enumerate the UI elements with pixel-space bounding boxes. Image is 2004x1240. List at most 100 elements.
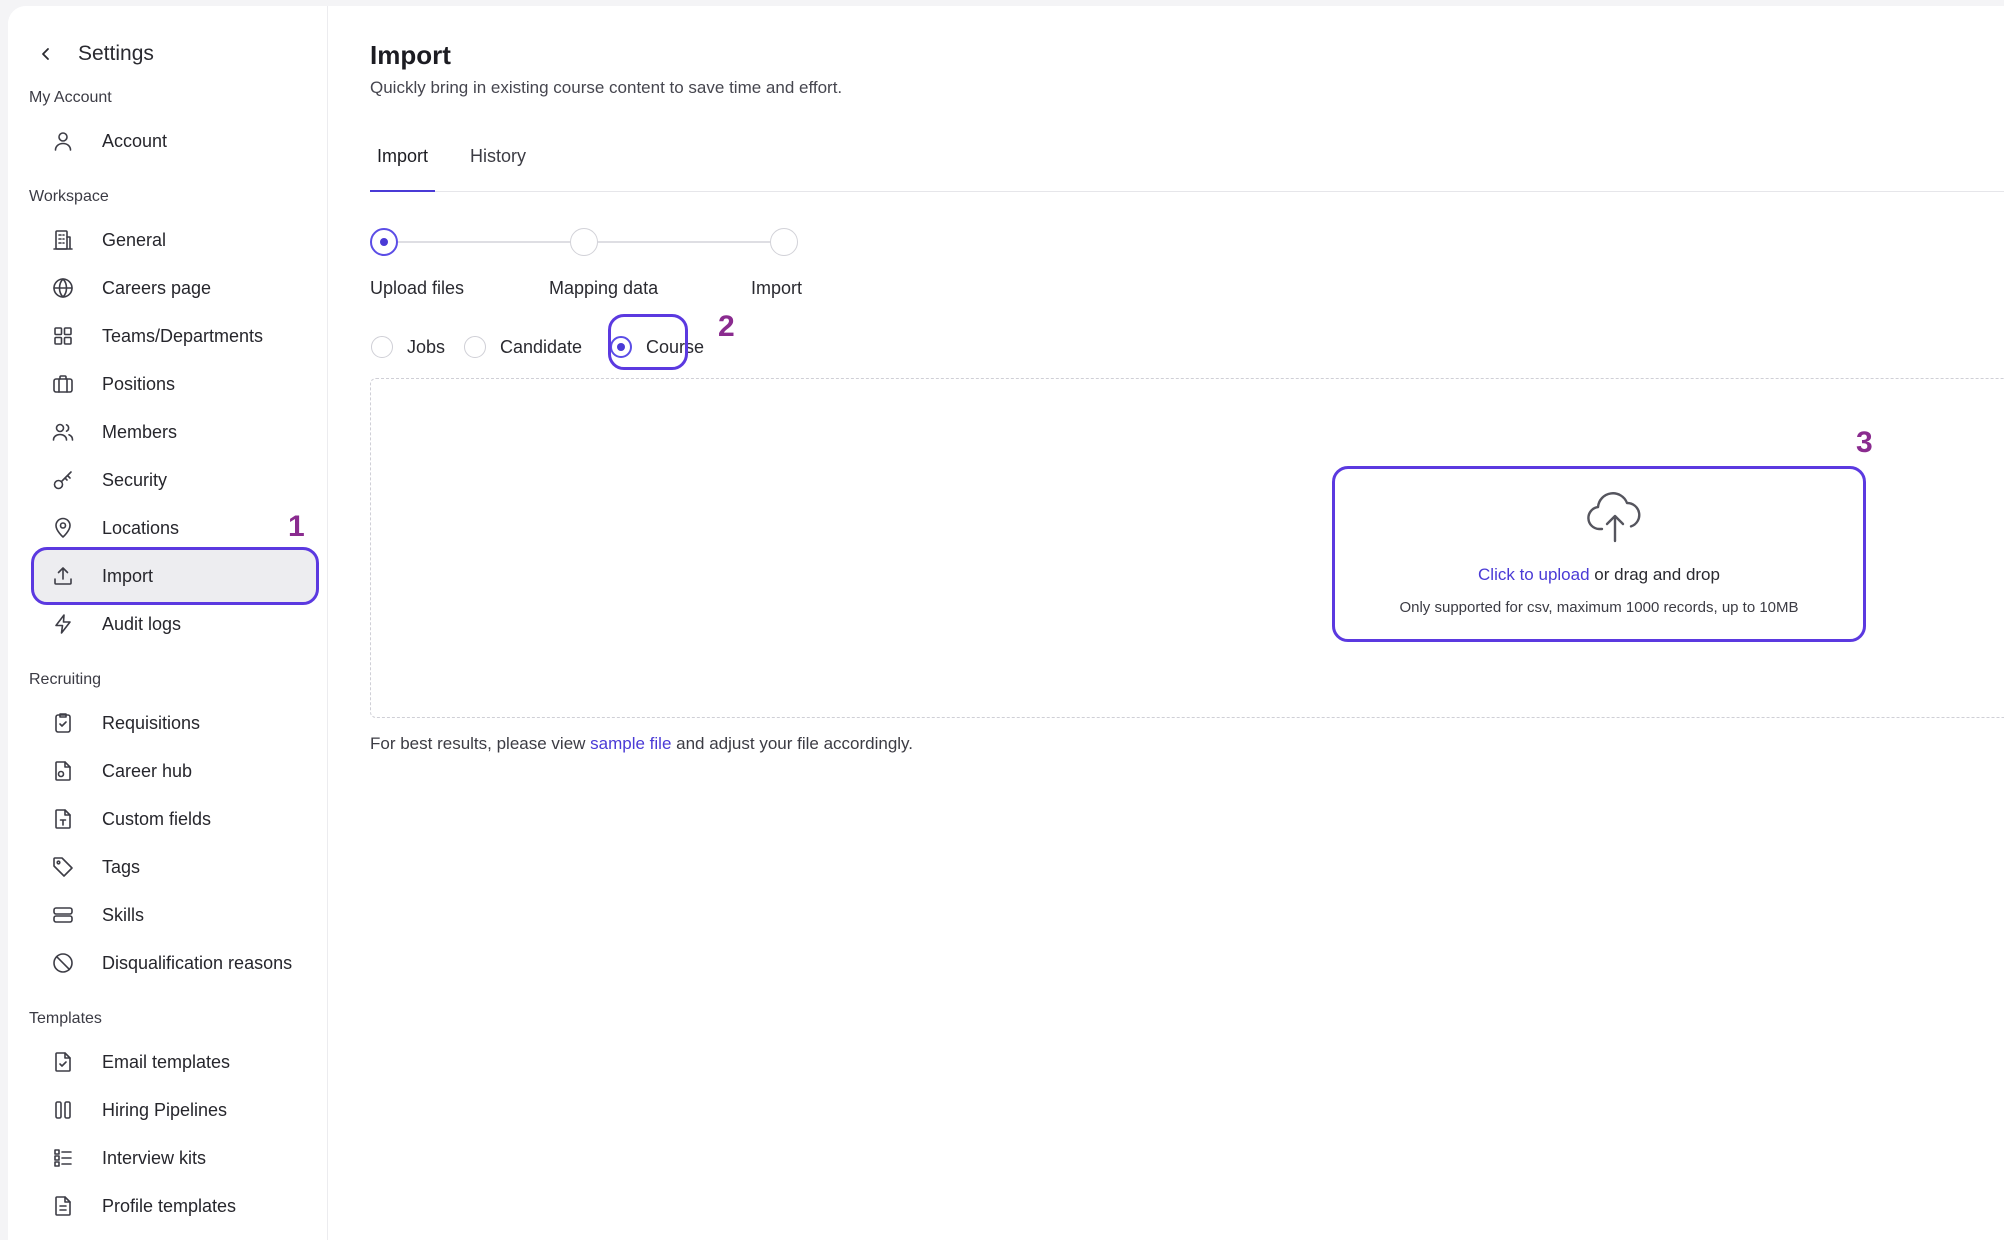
radio-label: Jobs [407,336,446,357]
sidebar-item-security[interactable]: Security [32,453,318,507]
import-stepper: Upload files Mapping data Import [370,228,870,308]
sidebar-item-label: Interview kits [102,1147,207,1168]
sidebar-item-account[interactable]: Account [32,114,318,168]
sidebar-item-label: Security [102,469,168,490]
sidebar-item-email-templates[interactable]: Email templates [32,1035,318,1089]
step-label-upload: Upload files [370,278,465,298]
radio-circle [464,336,486,358]
upload-constraints: Only supported for csv, maximum 1000 rec… [1399,599,1799,616]
sidebar-item-requisitions[interactable]: Requisitions [32,696,318,750]
radio-jobs[interactable]: Jobs [371,336,445,358]
step-label-mapping: Mapping data [549,278,659,298]
sidebar-item-positions[interactable]: Positions [32,357,318,411]
sidebar-item-label: Profile templates [102,1195,237,1216]
annotation-number-1: 1 [288,510,305,543]
sidebar-item-general[interactable]: General [32,213,318,267]
sidebar-item-disqualification[interactable]: Disqualification reasons [32,936,318,990]
section-recruiting: Recruiting [29,671,102,688]
sidebar-item-label: Audit logs [102,613,182,634]
sidebar-title: Settings [78,42,154,65]
step-connector [398,241,570,243]
section-workspace: Workspace [29,188,109,205]
upload-instructions: Click to upload or drag and drop [1335,565,1863,585]
document-settings-icon [50,758,76,784]
tab-history[interactable]: History [470,138,526,192]
sidebar-item-members[interactable]: Members [32,405,318,459]
sidebar-item-label: Email templates [102,1051,231,1072]
document-check-icon [50,1049,76,1075]
sample-file-link[interactable]: sample file [590,734,671,753]
tab-bar: Import History [370,138,2004,192]
sidebar-item-teams[interactable]: Teams/Departments [32,309,318,363]
upload-icon [50,563,76,589]
app-window: Settings My Account Account Workspace Ge… [8,6,2004,1240]
page-subtitle: Quickly bring in existing course content… [370,78,843,97]
step-dot-import [770,228,798,256]
clipboard-check-icon [50,710,76,736]
radio-candidate[interactable]: Candidate [464,336,582,358]
sidebar-item-skills[interactable]: Skills [32,888,318,942]
users-icon [50,419,76,445]
document-lines-icon [50,1193,76,1219]
sidebar-item-import[interactable]: Import [32,549,318,603]
sidebar-item-locations[interactable]: Locations [32,501,318,555]
sidebar-item-label: Disqualification reasons [102,952,293,973]
section-my-account: My Account [29,89,112,106]
sidebar-item-label: General [102,229,167,250]
sidebar-item-label: Teams/Departments [102,325,264,346]
annotation-number-3: 3 [1856,426,1873,459]
sample-file-hint: For best results, please view sample fil… [370,734,913,754]
step-dot-upload [370,228,398,256]
step-label-import: Import [751,278,803,298]
step-connector [598,241,770,243]
sidebar-item-interview-kits[interactable]: Interview kits [32,1131,318,1185]
click-to-upload-link[interactable]: Click to upload [1478,565,1590,584]
sidebar-item-label: Positions [102,373,176,394]
sidebar-item-hiring-pipelines[interactable]: Hiring Pipelines [32,1083,318,1137]
hint-text: and adjust your file accordingly. [671,734,914,753]
hint-text: For best results, please view [370,734,591,753]
sidebar-item-audit-logs[interactable]: Audit logs [32,597,318,651]
sidebar-item-label: Tags [102,856,141,877]
radio-label: Candidate [500,336,583,357]
tab-label: History [470,146,527,166]
grid-icon [50,323,76,349]
sidebar-item-label: Careers page [102,277,212,298]
sidebar-item-label: Career hub [102,760,193,781]
radio-course[interactable]: Course [610,336,704,358]
main-content: Import Quickly bring in existing course … [370,6,2004,1240]
list-icon [50,1145,76,1171]
tab-label: Import [376,146,428,166]
building-icon [50,227,76,253]
globe-icon [50,275,76,301]
sidebar-item-profile-templates[interactable]: Profile templates [32,1179,318,1233]
document-text-icon [50,806,76,832]
radio-circle [371,336,393,358]
upload-area[interactable]: Click to upload or drag and drop Only su… [1332,466,1866,642]
columns-icon [50,1097,76,1123]
ban-icon [50,950,76,976]
settings-sidebar: Settings My Account Account Workspace Ge… [8,6,328,1240]
sidebar-item-label: Hiring Pipelines [102,1099,228,1120]
sidebar-item-careers-page[interactable]: Careers page [32,261,318,315]
upload-drag-text: or drag and drop [1589,565,1720,584]
sidebar-item-label: Account [102,130,168,151]
map-pin-icon [50,515,76,541]
sidebar-item-custom-fields[interactable]: Custom fields [32,792,318,846]
key-icon [50,467,76,493]
step-dot-mapping [570,228,598,256]
page-title: Import [370,40,451,70]
stack-icon [50,902,76,928]
sidebar-item-career-hub[interactable]: Career hub [32,744,318,798]
back-chevron-icon[interactable] [36,44,56,64]
radio-label: Course [646,336,705,357]
sidebar-item-tags[interactable]: Tags [32,840,318,894]
cloud-upload-icon [1587,492,1641,543]
section-templates: Templates [29,1010,102,1027]
sidebar-item-label: Skills [102,904,145,925]
sidebar-item-label: Import [102,565,154,586]
user-icon [50,128,76,154]
briefcase-icon [50,371,76,397]
tab-import[interactable]: Import [370,138,435,192]
sidebar-item-label: Custom fields [102,808,212,829]
